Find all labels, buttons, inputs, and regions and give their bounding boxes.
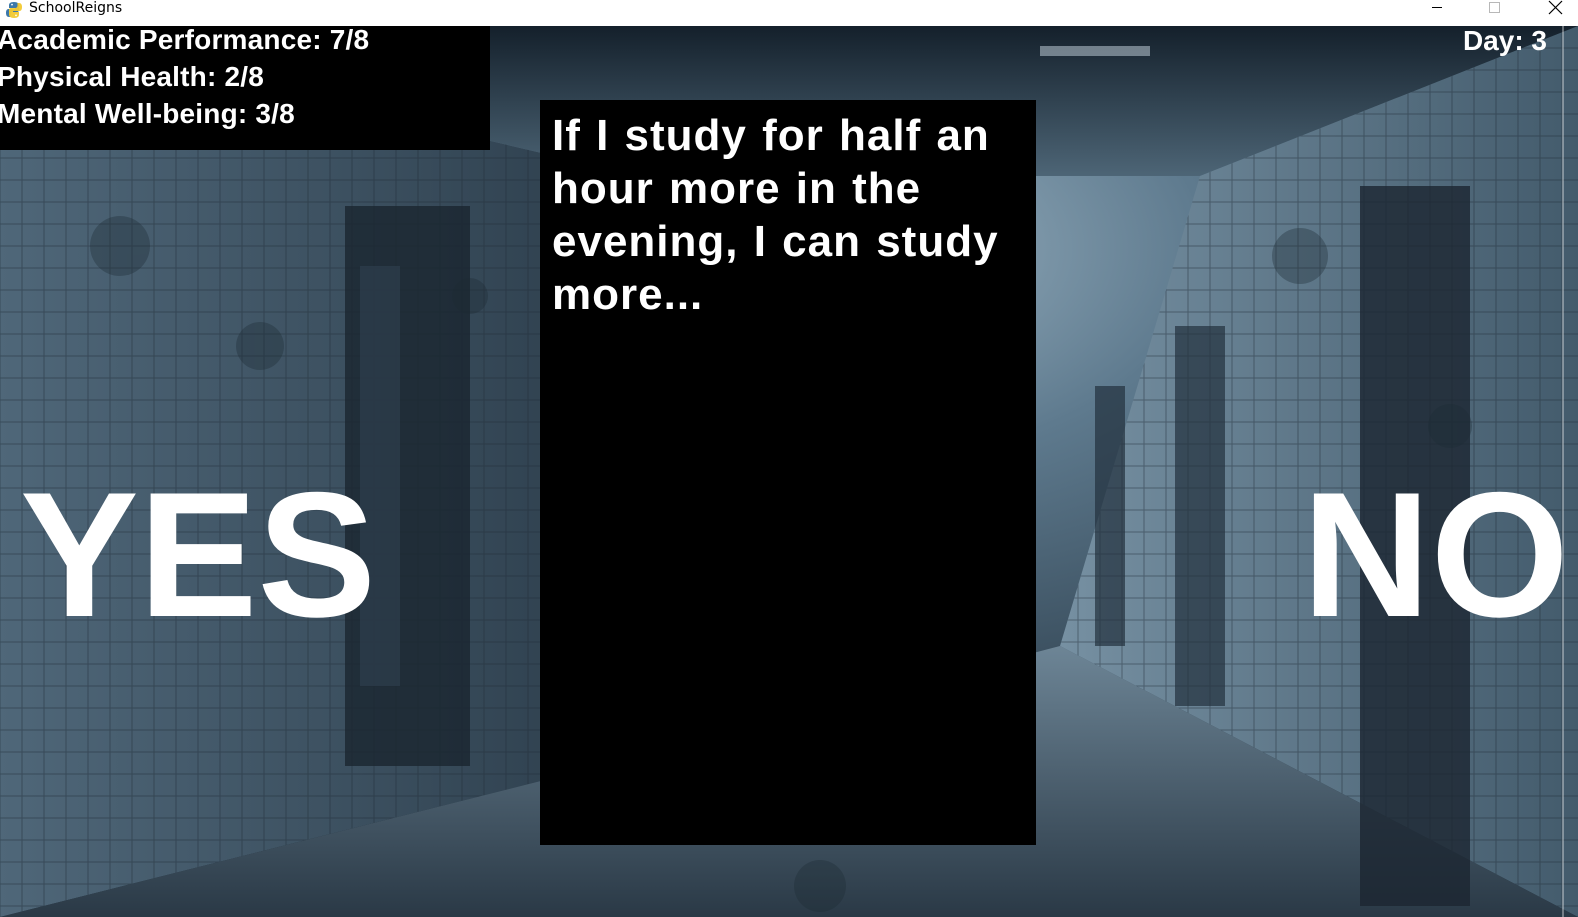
title-bar[interactable]: SchoolReigns — [0, 0, 1578, 26]
scenario-card[interactable]: If I study for half an hour more in the … — [540, 100, 1036, 845]
minimize-button[interactable] — [1414, 0, 1460, 16]
minimize-icon — [1432, 7, 1442, 8]
python-snake-icon — [6, 2, 22, 18]
academic-performance-stat: Academic Performance: 7/8 — [0, 26, 370, 55]
day-counter: Day: 3 — [1462, 26, 1547, 56]
close-button[interactable] — [1532, 0, 1578, 16]
no-choice[interactable]: NO — [1302, 466, 1569, 644]
close-icon — [1548, 0, 1563, 15]
window-edge — [1562, 26, 1564, 917]
maximize-button[interactable] — [1472, 0, 1518, 16]
mental-wellbeing-stat: Mental Well-being: 3/8 — [0, 98, 295, 129]
stats-panel: Academic Performance: 7/8 Physical Healt… — [0, 26, 490, 150]
yes-choice[interactable]: YES — [20, 466, 376, 644]
scenario-text: If I study for half an hour more in the … — [552, 111, 999, 319]
physical-health-stat: Physical Health: 2/8 — [0, 61, 265, 92]
game-window: SchoolReigns Academic Performance: 7/8 P… — [0, 0, 1578, 917]
window-title: SchoolReigns — [29, 0, 123, 16]
game-scene: Academic Performance: 7/8 Physical Healt… — [0, 26, 1578, 917]
maximize-icon — [1489, 2, 1500, 13]
